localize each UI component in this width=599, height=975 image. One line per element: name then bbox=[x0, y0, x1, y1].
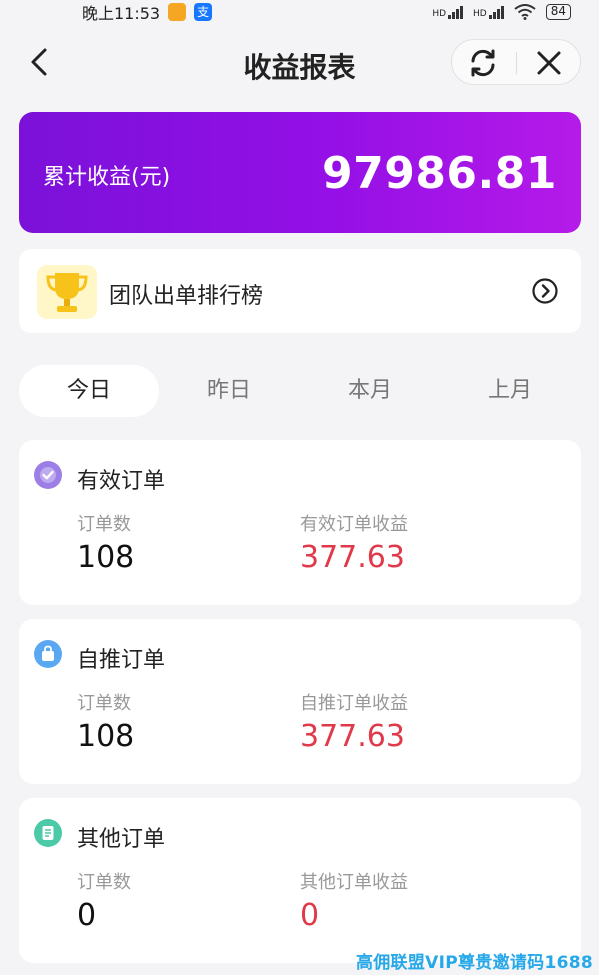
signal-1: HD bbox=[432, 5, 464, 19]
chevron-right-circle-icon[interactable] bbox=[531, 277, 559, 305]
order-card-title: 自推订单 bbox=[77, 648, 166, 673]
total-earnings-value: 97986.81 bbox=[321, 148, 557, 199]
hd-label-2: HD bbox=[473, 9, 487, 19]
status-right: HD HD 84 bbox=[432, 4, 571, 20]
capsule-divider bbox=[516, 52, 517, 74]
hd-label-1: HD bbox=[432, 9, 447, 19]
team-ranking-entry[interactable]: 团队出单排行榜 bbox=[19, 249, 581, 333]
total-earnings-card: 累计收益(元) 97986.81 bbox=[19, 112, 581, 233]
self-promoted-orders-card: 自推订单 订单数 自推订单收益 108 377.63 bbox=[19, 619, 581, 784]
tab-today[interactable]: 今日 bbox=[19, 365, 159, 417]
order-count-label: 订单数 bbox=[77, 693, 131, 714]
period-tabs: 今日 昨日 本月 上月 bbox=[19, 365, 581, 417]
check-badge-icon bbox=[34, 461, 62, 489]
wifi-icon bbox=[514, 4, 536, 20]
valid-orders-card: 有效订单 订单数 有效订单收益 108 377.63 bbox=[19, 440, 581, 605]
order-income-label: 有效订单收益 bbox=[300, 514, 408, 535]
close-icon bbox=[537, 51, 561, 75]
refresh-button[interactable] bbox=[466, 46, 500, 80]
document-icon bbox=[34, 819, 62, 847]
shopping-bag-icon bbox=[34, 640, 62, 668]
refresh-icon bbox=[471, 49, 495, 77]
tab-last-month[interactable]: 上月 bbox=[440, 365, 580, 417]
order-card-title: 其他订单 bbox=[77, 827, 166, 852]
signal-2: HD bbox=[473, 5, 504, 19]
notification-app-icon bbox=[168, 3, 187, 21]
total-earnings-label: 累计收益(元) bbox=[43, 165, 171, 190]
order-income-value: 377.63 bbox=[300, 719, 405, 754]
battery-indicator: 84 bbox=[545, 4, 571, 20]
nav-bar: 收益报表 bbox=[0, 30, 599, 94]
order-income-value: 377.63 bbox=[300, 540, 405, 575]
alipay-icon: 支 bbox=[194, 3, 213, 21]
order-income-value: 0 bbox=[300, 898, 320, 933]
close-button[interactable] bbox=[532, 46, 566, 80]
team-ranking-label: 团队出单排行榜 bbox=[109, 284, 264, 309]
order-count-label: 订单数 bbox=[77, 872, 131, 893]
trophy-icon bbox=[37, 265, 97, 319]
signal-bars-icon bbox=[488, 5, 504, 19]
signal-bars-icon bbox=[448, 5, 464, 19]
order-count-value: 108 bbox=[77, 540, 135, 575]
order-count-label: 订单数 bbox=[77, 514, 131, 535]
order-income-label: 自推订单收益 bbox=[300, 693, 408, 714]
order-count-value: 108 bbox=[77, 719, 135, 754]
watermark-text: 高佣联盟VIP尊贵邀请码1688 bbox=[355, 953, 593, 973]
order-card-title: 有效订单 bbox=[77, 469, 166, 494]
order-count-value: 0 bbox=[77, 898, 97, 933]
status-time: 晚上11:53 bbox=[82, 4, 161, 23]
mini-program-capsule bbox=[451, 39, 581, 85]
order-income-label: 其他订单收益 bbox=[300, 872, 408, 893]
status-left: 晚上11:53 支 bbox=[82, 0, 213, 24]
tab-yesterday[interactable]: 昨日 bbox=[159, 365, 299, 417]
tab-this-month[interactable]: 本月 bbox=[300, 365, 440, 417]
other-orders-card: 其他订单 订单数 其他订单收益 0 0 bbox=[19, 798, 581, 963]
status-bar: 晚上11:53 支 HD HD 84 bbox=[0, 0, 599, 24]
